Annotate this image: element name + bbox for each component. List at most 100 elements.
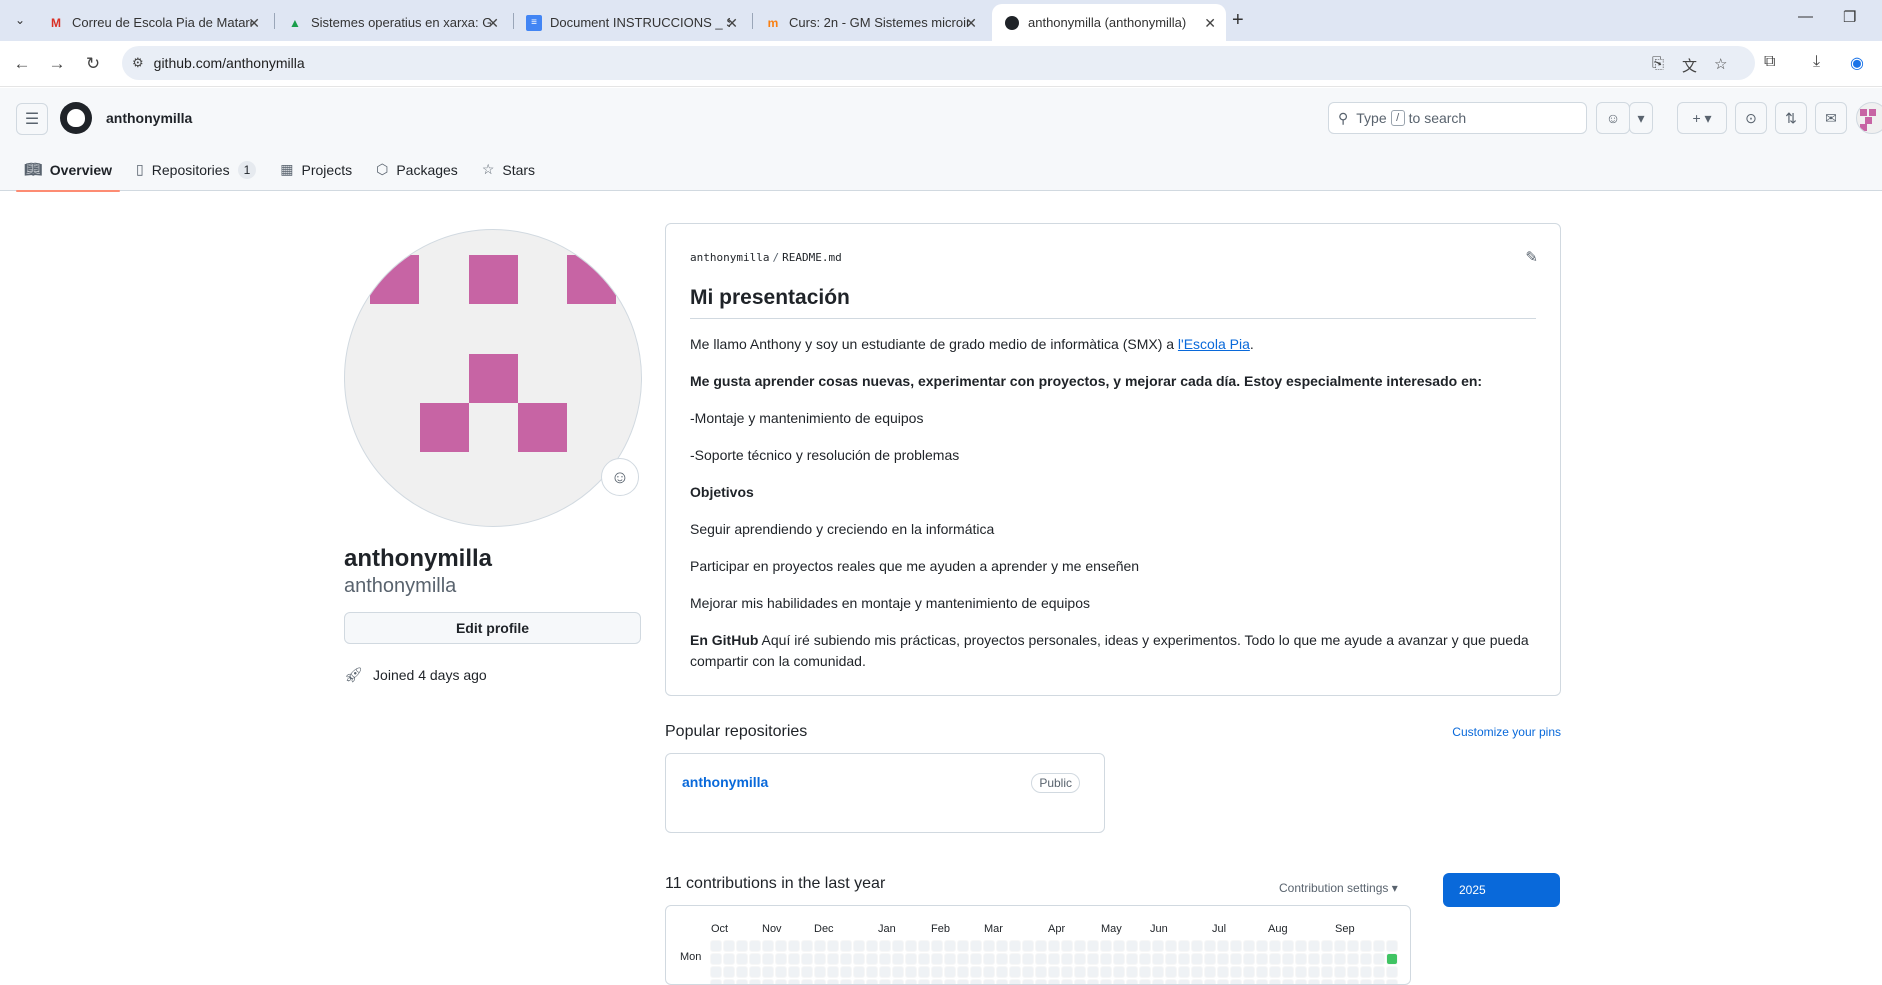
contribution-cell[interactable]	[1205, 941, 1215, 951]
contribution-cell[interactable]	[1192, 980, 1202, 984]
contribution-cell[interactable]	[724, 967, 734, 977]
contribution-cell[interactable]	[1140, 941, 1150, 951]
contribution-cell[interactable]	[1036, 967, 1046, 977]
menu-icon[interactable]: ☰	[16, 103, 48, 135]
contribution-cell[interactable]	[828, 941, 838, 951]
contribution-cell[interactable]	[802, 954, 812, 964]
contribution-cell[interactable]	[1036, 941, 1046, 951]
contribution-cell[interactable]	[1348, 954, 1358, 964]
contribution-cell[interactable]	[1257, 980, 1267, 984]
new-tab-icon[interactable]: +	[1232, 9, 1244, 32]
contribution-cell[interactable]	[815, 954, 825, 964]
contribution-cell[interactable]	[919, 954, 929, 964]
tab-search-chevron-icon[interactable]: ⌄	[8, 8, 32, 32]
contribution-cell[interactable]	[1036, 980, 1046, 984]
year-button[interactable]: 2025	[1443, 873, 1560, 907]
contribution-cell[interactable]	[1166, 967, 1176, 977]
contribution-cell[interactable]	[1257, 954, 1267, 964]
contribution-cell[interactable]	[1387, 967, 1397, 977]
browser-tab-moodle[interactable]: m Curs: 2n - GM Sistemes microin ✕	[753, 4, 987, 41]
contribution-cell[interactable]	[906, 967, 916, 977]
contribution-cell[interactable]	[867, 980, 877, 984]
issues-icon[interactable]: ⊙	[1735, 102, 1767, 134]
customize-pins-link[interactable]: Customize your pins	[1452, 725, 1561, 739]
tab-repositories[interactable]: ▯ Repositories 1	[128, 148, 264, 191]
contribution-cell[interactable]	[1387, 980, 1397, 984]
contribution-cell[interactable]	[880, 954, 890, 964]
contribution-cell[interactable]	[971, 980, 981, 984]
contribution-cell[interactable]	[880, 967, 890, 977]
contribution-cell[interactable]	[1049, 980, 1059, 984]
contribution-cell[interactable]	[1179, 967, 1189, 977]
contribution-cell[interactable]	[841, 980, 851, 984]
contribution-cell[interactable]	[945, 954, 955, 964]
close-tab-icon[interactable]: ✕	[248, 15, 260, 32]
create-new-button[interactable]: + ▾	[1677, 102, 1727, 134]
translate-icon[interactable]: 文	[1682, 55, 1697, 76]
contribution-cell[interactable]	[750, 967, 760, 977]
contribution-cell[interactable]	[1231, 967, 1241, 977]
contribution-cell[interactable]	[1075, 980, 1085, 984]
contribution-cell[interactable]	[1127, 941, 1137, 951]
contribution-cell[interactable]	[1244, 980, 1254, 984]
contribution-cell[interactable]	[802, 941, 812, 951]
contribution-cell[interactable]	[958, 941, 968, 951]
browser-tab-docs[interactable]: ≡ Document INSTRUCCIONS _ SM ✕	[514, 4, 748, 41]
contribution-cell[interactable]	[1348, 941, 1358, 951]
contribution-cell[interactable]	[1088, 967, 1098, 977]
download-icon[interactable]: ⤓	[1813, 53, 1820, 71]
contribution-cell[interactable]	[1296, 941, 1306, 951]
close-tab-icon[interactable]: ✕	[965, 15, 977, 32]
inbox-icon[interactable]: ✉	[1815, 102, 1847, 134]
contribution-cell[interactable]	[1322, 941, 1332, 951]
contribution-cell[interactable]	[932, 941, 942, 951]
contribution-cell[interactable]	[1361, 954, 1371, 964]
contribution-cell[interactable]	[750, 954, 760, 964]
contribution-cell[interactable]	[919, 941, 929, 951]
contribution-cell[interactable]	[997, 980, 1007, 984]
contribution-cell[interactable]	[711, 954, 721, 964]
contribution-cell[interactable]	[1049, 941, 1059, 951]
contribution-cell[interactable]	[1257, 967, 1267, 977]
contribution-cell[interactable]	[1374, 967, 1384, 977]
contribution-cell[interactable]	[763, 980, 773, 984]
contribution-cell[interactable]	[1387, 941, 1397, 951]
contribution-cell[interactable]	[841, 941, 851, 951]
contribution-cell[interactable]	[958, 980, 968, 984]
browser-tab-github[interactable]: anthonymilla (anthonymilla) ✕	[992, 4, 1226, 41]
minimize-icon[interactable]: —	[1798, 8, 1813, 25]
contribution-cell[interactable]	[1010, 954, 1020, 964]
contribution-cell[interactable]	[1088, 954, 1098, 964]
contribution-cell[interactable]	[1283, 941, 1293, 951]
contribution-cell[interactable]	[1270, 954, 1280, 964]
profile-icon[interactable]: ◉	[1850, 53, 1864, 73]
address-bar[interactable]: ⚙ github.com/anthonymilla ⎘ 文 ☆	[122, 46, 1755, 80]
set-status-smiley-icon[interactable]: ☺	[601, 458, 639, 496]
contribution-cell[interactable]	[867, 967, 877, 977]
contribution-cell[interactable]	[1153, 980, 1163, 984]
contribution-cell[interactable]	[763, 954, 773, 964]
contribution-cell[interactable]	[984, 967, 994, 977]
contribution-cell[interactable]	[1062, 941, 1072, 951]
contribution-cell[interactable]	[1361, 967, 1371, 977]
contribution-cell[interactable]	[932, 967, 942, 977]
repo-link[interactable]: anthonymilla	[682, 774, 768, 790]
contribution-cell[interactable]	[1140, 967, 1150, 977]
contribution-cell[interactable]	[906, 980, 916, 984]
contribution-cell[interactable]	[1049, 954, 1059, 964]
contribution-cell[interactable]	[1127, 954, 1137, 964]
contribution-cell[interactable]	[1309, 967, 1319, 977]
contribution-cell[interactable]	[1348, 980, 1358, 984]
contribution-cell[interactable]	[750, 980, 760, 984]
contribution-cell[interactable]	[1075, 954, 1085, 964]
contribution-cell[interactable]	[893, 967, 903, 977]
contribution-cell[interactable]	[1023, 954, 1033, 964]
contribution-cell[interactable]	[984, 941, 994, 951]
contribution-cell[interactable]	[919, 980, 929, 984]
contribution-cell[interactable]	[1296, 967, 1306, 977]
contribution-cell[interactable]	[776, 967, 786, 977]
github-logo-icon[interactable]	[60, 102, 92, 134]
edit-pencil-icon[interactable]: ✎	[1525, 248, 1538, 266]
contribution-cell[interactable]	[1296, 954, 1306, 964]
contribution-cell[interactable]	[1309, 941, 1319, 951]
